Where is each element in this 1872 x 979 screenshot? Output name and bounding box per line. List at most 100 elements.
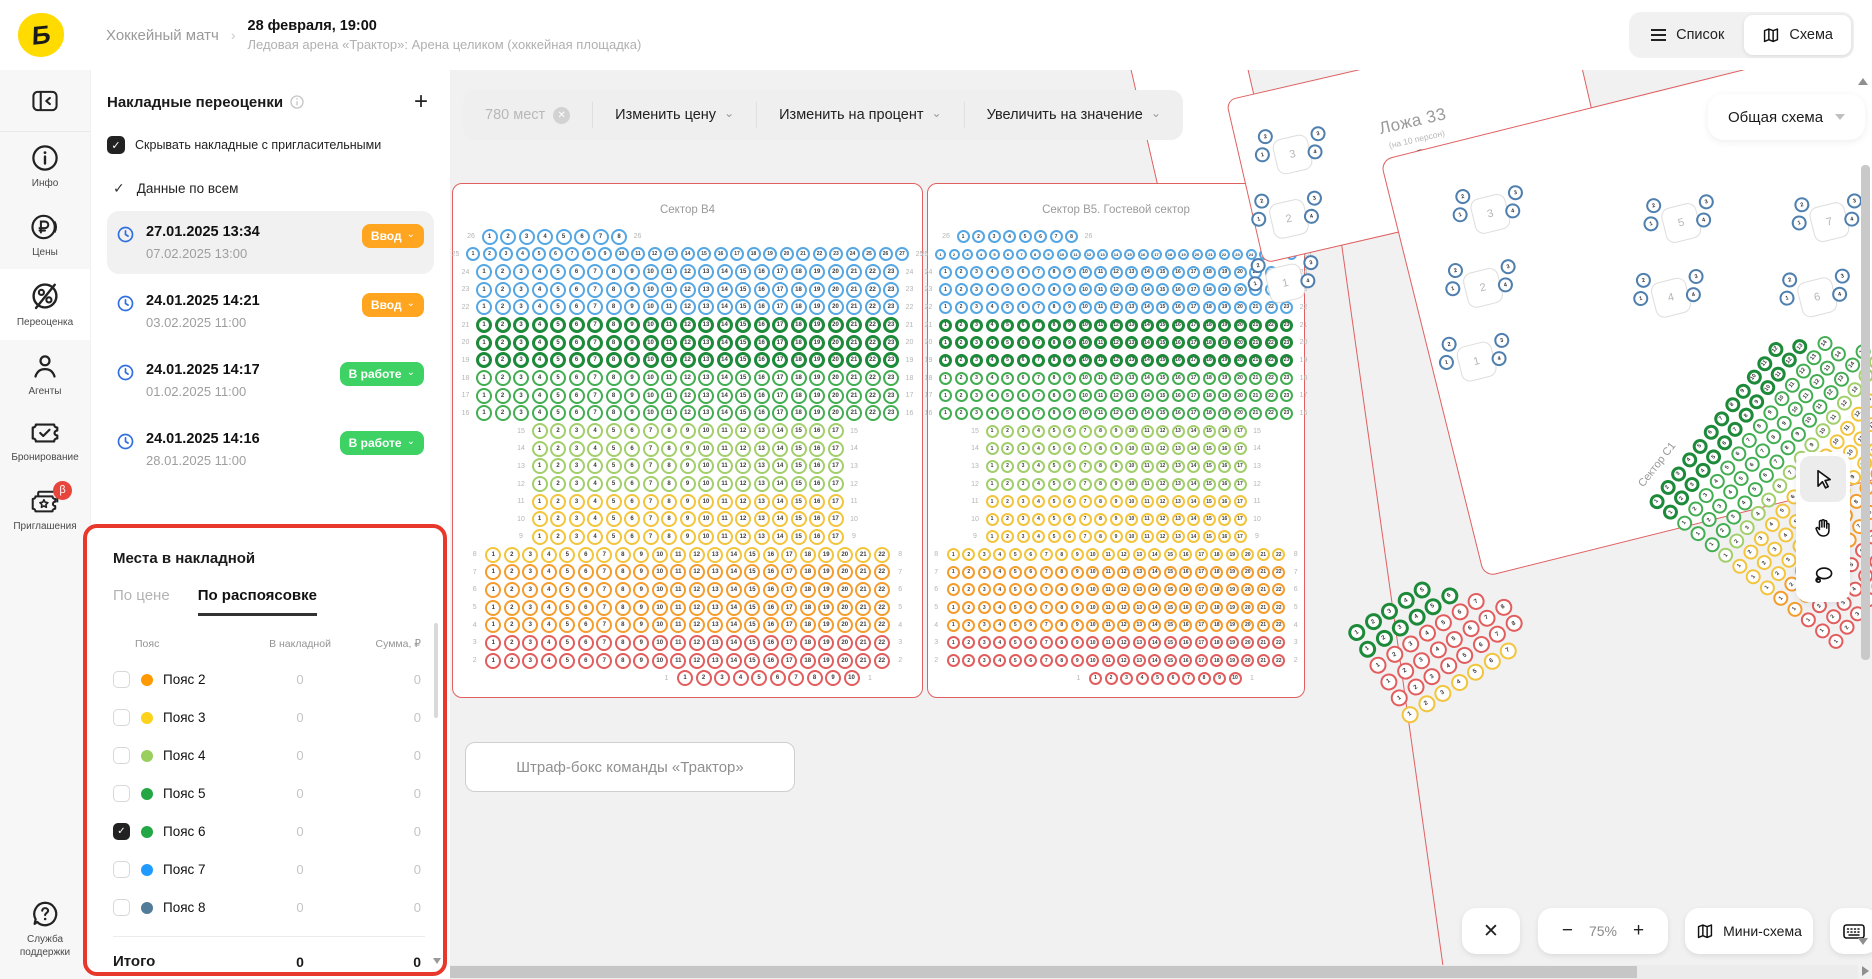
seat[interactable]: 8	[661, 458, 677, 474]
seat[interactable]: 4	[986, 301, 999, 314]
seat[interactable]: 17	[828, 511, 844, 527]
seat[interactable]: 12	[1084, 249, 1095, 260]
seat[interactable]: 7	[587, 264, 603, 280]
seat[interactable]: 12	[1117, 583, 1130, 596]
seat[interactable]: 15	[744, 547, 760, 563]
seat[interactable]: 18	[800, 564, 816, 580]
seat[interactable]: 6	[624, 494, 640, 510]
seat[interactable]: 18	[791, 405, 807, 421]
seat[interactable]: 18	[1203, 301, 1216, 314]
seat[interactable]: 22	[874, 547, 890, 563]
seat[interactable]: 13	[1125, 301, 1138, 314]
seat[interactable]: 12	[680, 388, 696, 404]
seat[interactable]: 9	[624, 317, 640, 333]
seat[interactable]: 7	[1079, 460, 1092, 473]
seat[interactable]: 7	[1079, 530, 1092, 543]
seat[interactable]: 23	[883, 299, 899, 315]
seat[interactable]: 17	[1234, 442, 1247, 455]
seat[interactable]: 8	[1030, 249, 1041, 260]
seat[interactable]: 7	[643, 441, 659, 457]
seat[interactable]: 16	[809, 423, 825, 439]
seat[interactable]: 3	[513, 282, 529, 298]
seat[interactable]: 21	[1257, 636, 1270, 649]
seat[interactable]: 16	[1218, 478, 1231, 491]
seat[interactable]: 16	[1179, 566, 1192, 579]
seat[interactable]: 1	[476, 282, 492, 298]
seat[interactable]: 6	[1017, 407, 1030, 420]
seat[interactable]: 14	[1187, 425, 1200, 438]
seat[interactable]: 1	[986, 425, 999, 438]
seat[interactable]: 9	[1063, 389, 1076, 402]
seat[interactable]: 10	[698, 441, 714, 457]
seat[interactable]: 11	[1094, 319, 1107, 332]
seat[interactable]: 7	[1040, 548, 1053, 561]
seat[interactable]: 7	[1032, 389, 1045, 402]
seat[interactable]: 13	[1133, 583, 1146, 596]
seat[interactable]: 5	[1001, 283, 1014, 296]
seat[interactable]: 12	[1156, 478, 1169, 491]
seat[interactable]: 5	[1009, 548, 1022, 561]
seat[interactable]: 3	[1687, 267, 1705, 285]
seat[interactable]: 15	[1164, 619, 1177, 632]
seat[interactable]: 22	[1272, 548, 1285, 561]
seat[interactable]: 17	[1195, 654, 1208, 667]
seat[interactable]: 14	[1148, 619, 1161, 632]
seat[interactable]: 21	[846, 352, 862, 368]
seat[interactable]: 7	[1032, 319, 1045, 332]
seat[interactable]: 15	[1203, 530, 1216, 543]
seat[interactable]: 19	[809, 264, 825, 280]
seat[interactable]: 17	[772, 282, 788, 298]
seat[interactable]: 6	[1017, 336, 1030, 349]
seat[interactable]: 3	[522, 653, 538, 669]
seat[interactable]: 18	[1210, 619, 1223, 632]
seat[interactable]: 18	[791, 335, 807, 351]
seat[interactable]: 1	[939, 283, 952, 296]
seat[interactable]: 18	[1203, 372, 1216, 385]
seat[interactable]: 14	[772, 458, 788, 474]
seat[interactable]: 2	[1793, 196, 1811, 214]
seat[interactable]: 21	[1249, 407, 1262, 420]
seat[interactable]: 11	[717, 441, 733, 457]
seat[interactable]: 3	[1506, 184, 1524, 202]
seat[interactable]: 2	[495, 282, 511, 298]
seat[interactable]: 4	[986, 372, 999, 385]
seat[interactable]: 10	[643, 282, 659, 298]
seat[interactable]: 5	[1001, 336, 1014, 349]
seat[interactable]: 7	[1040, 583, 1053, 596]
seat[interactable]: 17	[828, 476, 844, 492]
seat[interactable]: 8	[1055, 636, 1068, 649]
seat[interactable]: 1	[947, 566, 960, 579]
seat[interactable]: 14	[1141, 407, 1154, 420]
seat[interactable]: 8	[1048, 301, 1061, 314]
seat[interactable]: 14	[1187, 495, 1200, 508]
seat[interactable]: 11	[1141, 530, 1154, 543]
seat[interactable]: 11	[1141, 442, 1154, 455]
seat[interactable]: 5	[532, 247, 546, 261]
seat[interactable]: 14	[1187, 442, 1200, 455]
scheme-selector[interactable]: Общая схема	[1708, 94, 1865, 140]
seat[interactable]: 3	[962, 249, 973, 260]
seat[interactable]: 1	[939, 372, 952, 385]
scroll-down-arrow[interactable]	[1858, 938, 1868, 945]
seat[interactable]: 11	[1094, 336, 1107, 349]
seat[interactable]: 7	[596, 582, 612, 598]
seat[interactable]: 22	[874, 653, 890, 669]
seat[interactable]: 12	[680, 299, 696, 315]
seat[interactable]: 22	[865, 264, 881, 280]
seat[interactable]: 12	[1110, 336, 1123, 349]
seat[interactable]: 1	[939, 389, 952, 402]
seat[interactable]: 5	[1048, 530, 1061, 543]
panel-scrollbar-thumb[interactable]	[434, 623, 438, 718]
seat[interactable]: 8	[611, 229, 627, 245]
seat[interactable]: 11	[670, 635, 686, 651]
invoice-list-item[interactable]: 24.01.2025 14:2103.02.2025 11:00Ввод⌄	[107, 280, 434, 343]
seat[interactable]: 11	[661, 299, 677, 315]
seat[interactable]: 17	[1234, 425, 1247, 438]
seat[interactable]: 10	[1079, 266, 1092, 279]
seat[interactable]: 5	[606, 511, 622, 527]
seat[interactable]: 4	[532, 282, 548, 298]
seat[interactable]: 6	[1017, 354, 1030, 367]
seat[interactable]: 8	[1055, 619, 1068, 632]
seat[interactable]: 21	[846, 317, 862, 333]
seat[interactable]: 9	[1071, 548, 1084, 561]
